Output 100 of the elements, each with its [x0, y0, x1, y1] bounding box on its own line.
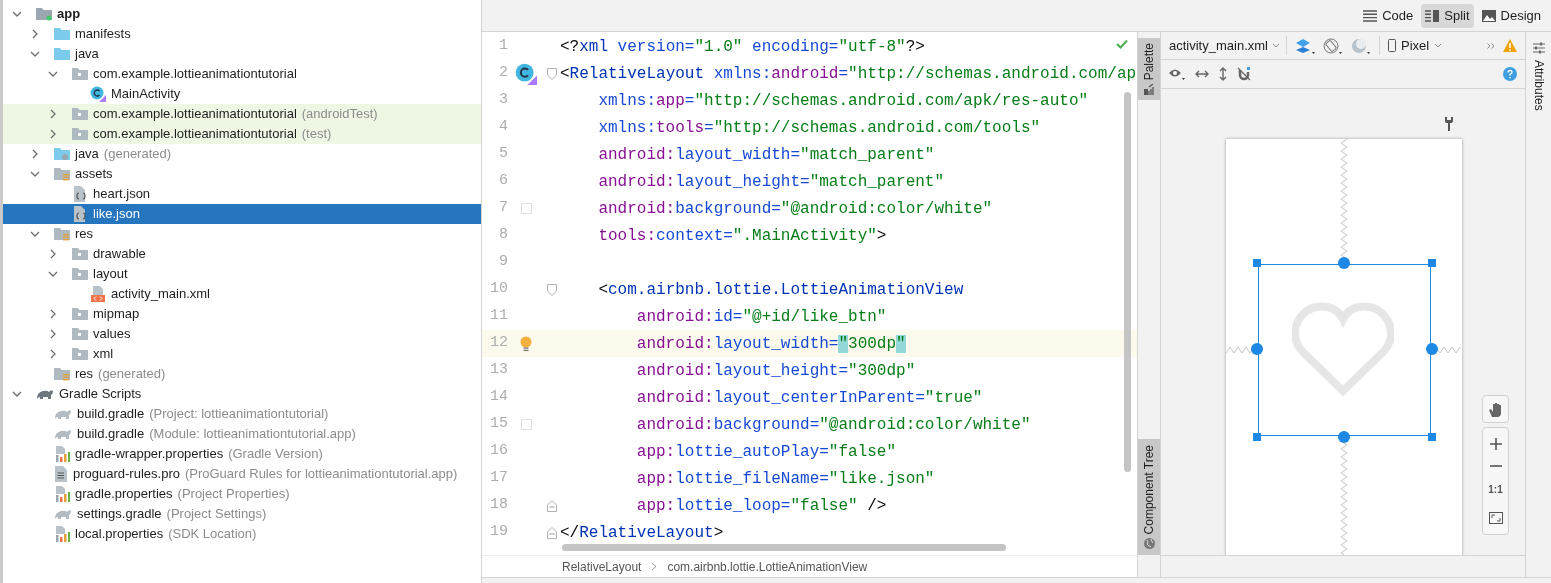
- selection-box[interactable]: [1258, 264, 1431, 436]
- tree-item[interactable]: Gradle Scripts: [3, 384, 481, 404]
- tree-item[interactable]: com.example.lottieanimationtutorial: [3, 64, 481, 84]
- folder-icon: [54, 47, 70, 61]
- lightbulb-icon[interactable]: [520, 335, 532, 352]
- line-number: 12: [489, 333, 508, 354]
- image-icon: [1481, 9, 1496, 22]
- attributes-tab[interactable]: Attributes: [1529, 42, 1548, 111]
- generated-folder-icon: [54, 147, 70, 161]
- wrench-icon[interactable]: [1444, 117, 1454, 131]
- code-line: <RelativeLayout xmlns:android="http://schemas.android.com/ap: [560, 63, 1137, 85]
- vertical-scrollbar[interactable]: [1124, 92, 1131, 472]
- tree-item[interactable]: gradle.properties (Project Properties): [3, 484, 481, 504]
- elephant-icon: [36, 387, 54, 401]
- tree-item[interactable]: assets: [3, 164, 481, 184]
- tree-item[interactable]: drawable: [3, 244, 481, 264]
- tree-item[interactable]: mipmap: [3, 304, 481, 324]
- palette-tab[interactable]: Palette: [1138, 38, 1160, 101]
- line-number: 15: [489, 414, 508, 435]
- anchor-handle[interactable]: [1426, 343, 1438, 355]
- tree-item[interactable]: settings.gradle (Project Settings): [3, 504, 481, 524]
- tree-item[interactable]: like.json: [3, 204, 481, 224]
- resource-folder-icon: [54, 367, 70, 381]
- tree-item[interactable]: app: [3, 4, 481, 24]
- view-mode-tab[interactable]: Code: [1359, 3, 1418, 28]
- tree-item[interactable]: res (generated): [3, 364, 481, 384]
- help-icon[interactable]: [1503, 67, 1517, 81]
- view-mode-tab[interactable]: Split: [1421, 3, 1474, 28]
- breadcrumb[interactable]: com.airbnb.lottie.LottieAnimationView: [667, 557, 868, 576]
- folder-icon: [54, 27, 70, 41]
- breadcrumb[interactable]: RelativeLayout: [562, 557, 642, 576]
- code-line: </RelativeLayout>: [560, 522, 724, 544]
- elephant-icon: [54, 507, 72, 521]
- layers-icon[interactable]: [1294, 37, 1315, 54]
- resource-folder-icon: [54, 227, 70, 241]
- json-file-icon: [72, 206, 88, 222]
- tree-item[interactable]: java (generated): [3, 144, 481, 164]
- tree-item[interactable]: activity_main.xml: [3, 284, 481, 304]
- tree-item[interactable]: java: [3, 44, 481, 64]
- component-tree-tab[interactable]: Component Tree: [1138, 438, 1160, 555]
- double-chevron-icon[interactable]: [1487, 42, 1495, 49]
- pan-button[interactable]: [1482, 395, 1509, 423]
- package-folder-icon: [72, 307, 88, 321]
- fold-marker-icon[interactable]: [547, 499, 557, 512]
- eye-icon[interactable]: [1169, 68, 1185, 80]
- vertical-arrows-icon[interactable]: [1219, 67, 1227, 81]
- anchor-handle[interactable]: [1338, 257, 1350, 269]
- package-folder-icon: [72, 347, 88, 361]
- fold-marker-icon[interactable]: [547, 526, 557, 539]
- fit-screen-icon[interactable]: [1488, 511, 1503, 524]
- checkmark-icon[interactable]: [1116, 39, 1128, 49]
- horizontal-arrows-icon[interactable]: [1195, 70, 1209, 78]
- json-file-icon: [72, 186, 88, 202]
- lines-icon: [1363, 9, 1378, 22]
- tree-item[interactable]: build.gradle (Module: lottieanimationtutorial.app): [3, 424, 481, 444]
- tree-item[interactable]: values: [3, 324, 481, 344]
- tree-item[interactable]: xml: [3, 344, 481, 364]
- color-swatch[interactable]: [520, 419, 532, 430]
- rotate-device-icon[interactable]: [1322, 37, 1343, 54]
- view-mode-tab[interactable]: Design: [1477, 3, 1545, 28]
- actual-size-button[interactable]: 1:1: [1488, 481, 1503, 497]
- fold-marker-icon[interactable]: [547, 67, 557, 80]
- resize-handle[interactable]: [1253, 259, 1261, 267]
- zoom-out-icon[interactable]: [1489, 465, 1502, 468]
- package-folder-icon: [72, 67, 88, 81]
- line-number: 18: [489, 495, 508, 516]
- layout-file-dropdown[interactable]: activity_main.xml: [1169, 35, 1287, 56]
- class-gutter-icon[interactable]: [515, 62, 537, 85]
- tree-item[interactable]: MainActivity: [3, 84, 481, 104]
- package-folder-icon: [72, 127, 88, 141]
- tree-item[interactable]: local.properties (SDK Location): [3, 524, 481, 544]
- line-number: 3: [498, 90, 508, 111]
- package-folder-icon: [72, 247, 88, 261]
- device-dropdown[interactable]: Pixel: [1378, 35, 1443, 56]
- elephant-icon: [54, 407, 72, 421]
- properties-file-icon: [54, 446, 70, 462]
- tree-item[interactable]: build.gradle (Project: lottieanimationtutorial): [3, 404, 481, 424]
- line-number: 14: [489, 387, 508, 408]
- horizontal-scrollbar[interactable]: [562, 544, 1006, 551]
- anchor-handle[interactable]: [1251, 343, 1263, 355]
- resize-handle[interactable]: [1428, 259, 1436, 267]
- line-number: 7: [498, 198, 508, 219]
- package-folder-icon: [72, 327, 88, 341]
- tree-item[interactable]: layout: [3, 264, 481, 284]
- tree-item[interactable]: com.example.lottieanimationtutorial (androidTest): [3, 104, 481, 124]
- zoom-in-icon[interactable]: [1489, 438, 1502, 451]
- resize-handle[interactable]: [1253, 433, 1261, 441]
- tree-item[interactable]: proguard-rules.pro (ProGuard Rules for lottieanimationtutorial.app): [3, 464, 481, 484]
- magnet-off-icon[interactable]: [1237, 67, 1251, 81]
- tree-item[interactable]: res: [3, 224, 481, 244]
- line-number: 4: [498, 117, 508, 138]
- line-number: 2: [498, 63, 508, 84]
- tree-item[interactable]: heart.json: [3, 184, 481, 204]
- anchor-handle[interactable]: [1338, 431, 1350, 443]
- resize-handle[interactable]: [1428, 433, 1436, 441]
- tree-item[interactable]: com.example.lottieanimationtutorial (test): [3, 124, 481, 144]
- color-swatch[interactable]: [520, 203, 532, 214]
- tree-item[interactable]: manifests: [3, 24, 481, 44]
- tree-item[interactable]: gradle-wrapper.properties (Gradle Version): [3, 444, 481, 464]
- fold-marker-icon[interactable]: [547, 283, 557, 296]
